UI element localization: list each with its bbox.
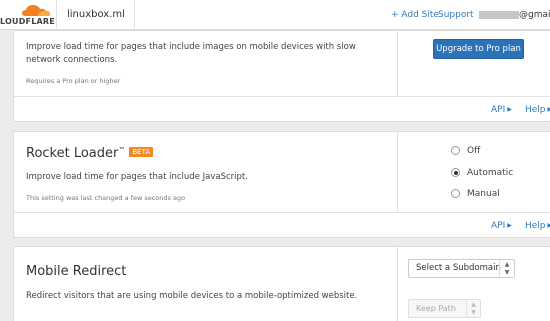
select-value: Select a Subdomain bbox=[416, 263, 501, 273]
radio-label: Automatic bbox=[467, 168, 514, 178]
card-content: Improve load time for pages that include… bbox=[14, 31, 397, 96]
trademark-symbol: ™ bbox=[118, 146, 126, 154]
card-description: Redirect visitors that are using mobile … bbox=[26, 291, 358, 301]
help-link[interactable]: Help ▶ bbox=[525, 97, 550, 123]
select-value: Keep Path bbox=[416, 304, 456, 313]
radio-button-selected[interactable] bbox=[451, 168, 460, 177]
api-link[interactable]: API ▶ bbox=[491, 97, 512, 123]
card-title: Mobile Redirect bbox=[26, 264, 127, 279]
radio-label: Off bbox=[467, 146, 481, 156]
logo-text: LOUDFLARE bbox=[0, 17, 55, 26]
chevron-right-icon: ▶ bbox=[507, 222, 512, 229]
card-footer: API ▶ Help ▶ bbox=[14, 96, 550, 121]
site-selector[interactable]: linuxbox.ml bbox=[56, 0, 135, 30]
radio-button[interactable] bbox=[451, 146, 460, 155]
redacted-email-mask bbox=[479, 11, 519, 19]
api-link[interactable]: API ▶ bbox=[491, 213, 512, 239]
card-title: Rocket Loader™ BETA bbox=[26, 146, 154, 161]
support-link[interactable]: Support bbox=[438, 0, 474, 30]
chevron-up-down-icon: ▲ ▼ bbox=[499, 260, 514, 277]
card-content: Mobile Redirect Redirect visitors that a… bbox=[14, 247, 397, 321]
radio-button[interactable] bbox=[451, 189, 460, 198]
cloud-logo-icon bbox=[22, 5, 50, 16]
subdomain-select[interactable]: Select a Subdomain ▲ ▼ bbox=[408, 259, 515, 278]
keep-path-select[interactable]: Keep Path ▲ ▼ bbox=[408, 299, 481, 318]
beta-badge: BETA bbox=[129, 147, 154, 157]
help-link[interactable]: Help ▶ bbox=[525, 213, 550, 239]
radio-label: Manual bbox=[467, 189, 500, 199]
add-site-link[interactable]: + Add Site bbox=[391, 0, 439, 30]
account-email[interactable]: @gmail.a bbox=[519, 0, 550, 30]
upgrade-to-pro-button[interactable]: Upgrade to Pro plan bbox=[433, 39, 524, 59]
top-navigation-bar: LOUDFLARE linuxbox.ml + Add Site Support… bbox=[0, 0, 550, 30]
card-content: Rocket Loader™ BETA Improve load time for… bbox=[14, 132, 397, 212]
chevron-up-down-icon: ▲ ▼ bbox=[466, 300, 480, 317]
plan-requirement-note: Requires a Pro plan or higher bbox=[26, 77, 121, 85]
card-description: Improve load time for pages that include… bbox=[26, 42, 356, 65]
chevron-right-icon: ▶ bbox=[507, 106, 512, 113]
card-description: Improve load time for pages that include… bbox=[26, 172, 248, 182]
card-footer: API ▶ Help ▶ bbox=[14, 212, 550, 237]
cloudflare-logo[interactable]: LOUDFLARE bbox=[0, 0, 56, 30]
last-changed-note: This setting was last changed a few seco… bbox=[26, 194, 186, 202]
